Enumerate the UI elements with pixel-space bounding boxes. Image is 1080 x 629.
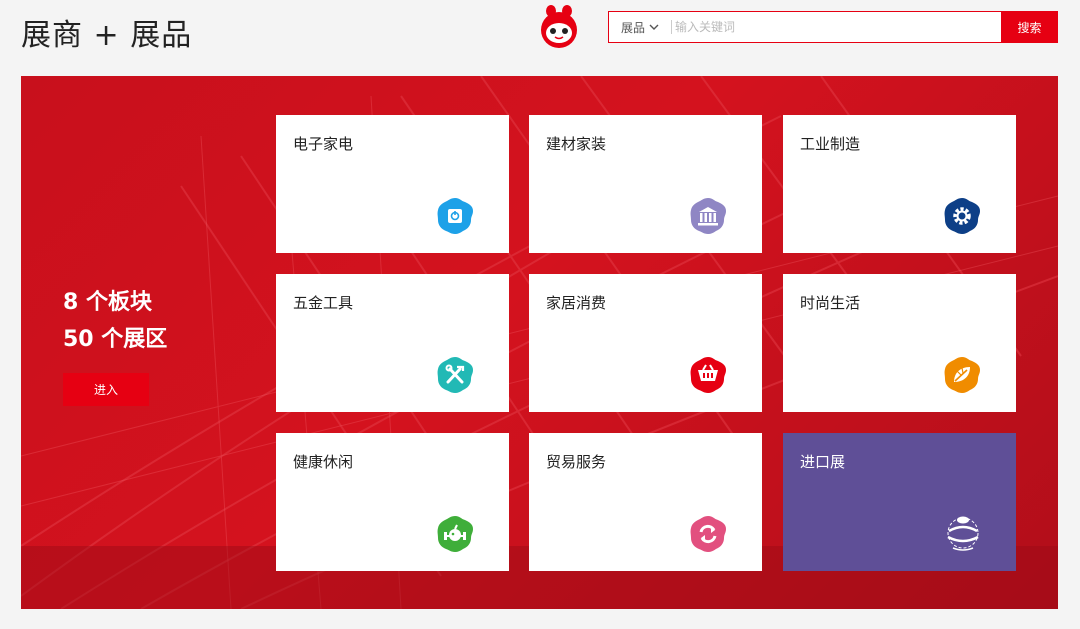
header: 展商 + 展品 展品 搜索 <box>0 0 1080 60</box>
tile-label: 工业制造 <box>800 135 861 153</box>
building-icon <box>690 198 726 234</box>
tile-label: 电子家电 <box>293 135 354 153</box>
tile-label: 家居消费 <box>546 294 607 312</box>
tile-label: 时尚生活 <box>800 294 861 312</box>
tile-fashion-lifestyle[interactable]: 时尚生活 <box>783 274 1016 412</box>
search-button[interactable]: 搜索 <box>1001 11 1058 43</box>
chevron-down-icon <box>649 24 659 30</box>
tile-label: 五金工具 <box>293 294 354 312</box>
basket-icon <box>690 357 726 393</box>
tools-icon <box>437 357 473 393</box>
search-box: 展品 搜索 <box>608 11 1058 43</box>
hero-banner: 8 个板块 50 个展区 进入 电子家电 建材家装 工业制造 五金工具 家居消费… <box>21 76 1058 609</box>
tile-electronics[interactable]: 电子家电 <box>276 115 509 253</box>
search-category-label: 展品 <box>620 20 645 35</box>
stats-zones: 50 个展区 <box>63 327 168 352</box>
tile-label: 健康休闲 <box>293 453 354 471</box>
electronics-icon <box>437 198 473 234</box>
leaf-icon <box>944 357 980 393</box>
fitness-icon <box>437 516 473 552</box>
tile-home-consumer[interactable]: 家居消费 <box>529 274 762 412</box>
search-input[interactable] <box>675 12 995 42</box>
tile-label: 进口展 <box>800 453 846 471</box>
page-title: 展商 + 展品 <box>21 18 193 53</box>
tile-building-materials[interactable]: 建材家装 <box>529 115 762 253</box>
tile-trade-services[interactable]: 贸易服务 <box>529 433 762 571</box>
tile-hardware-tools[interactable]: 五金工具 <box>276 274 509 412</box>
mascot-logo-icon <box>541 5 577 48</box>
stats-sections: 8 个板块 <box>63 290 152 315</box>
tile-label: 贸易服务 <box>546 453 607 471</box>
international-pavilion-icon <box>947 516 979 551</box>
tile-health-leisure[interactable]: 健康休闲 <box>276 433 509 571</box>
tile-label: 建材家装 <box>546 135 607 153</box>
enter-button[interactable]: 进入 <box>63 373 149 406</box>
tile-import-expo[interactable]: 进口展 <box>783 433 1016 571</box>
gear-icon <box>944 198 980 234</box>
search-divider <box>671 20 672 34</box>
exchange-icon <box>690 516 726 552</box>
search-category-dropdown[interactable]: 展品 <box>609 12 671 42</box>
tile-industrial-manufacturing[interactable]: 工业制造 <box>783 115 1016 253</box>
